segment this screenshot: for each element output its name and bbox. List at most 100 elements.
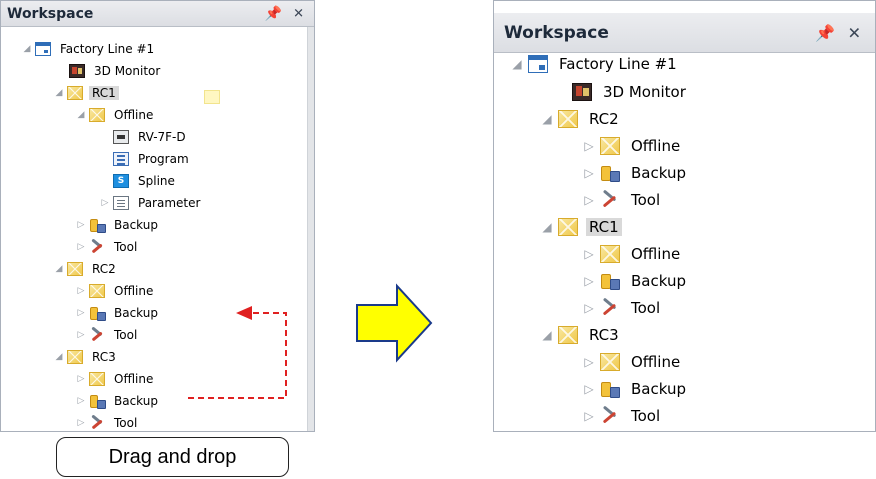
tree-item-label: Tool bbox=[114, 328, 138, 342]
expand-toggle-icon[interactable]: ▷ bbox=[578, 355, 600, 369]
tree-item-label: Backup bbox=[631, 164, 686, 182]
tree-item[interactable]: ◢ Offline bbox=[73, 105, 156, 125]
right-workspace-panel: Workspace 📌 ✕ ◢ Factory Line #1 3D Monitor… bbox=[493, 0, 876, 432]
collapse-toggle-icon[interactable]: ◢ bbox=[51, 88, 67, 98]
tree-item[interactable]: ▷ Backup bbox=[578, 268, 689, 294]
left-panel-scrollbar[interactable] bbox=[307, 27, 314, 431]
rc-folder-icon bbox=[67, 262, 83, 276]
tree-item[interactable]: ▷ Tool bbox=[578, 187, 663, 213]
tree-item[interactable]: ▷ Offline bbox=[73, 281, 156, 301]
rc-folder-icon bbox=[558, 110, 578, 128]
tree-item[interactable]: ▷ Offline bbox=[578, 241, 683, 267]
left-panel-titlebar: Workspace 📌 ✕ bbox=[1, 1, 314, 27]
tree-item-label: Backup bbox=[114, 306, 158, 320]
expand-toggle-icon[interactable]: ▷ bbox=[578, 409, 600, 423]
expand-toggle-icon[interactable]: ▷ bbox=[73, 396, 89, 406]
drag-and-drop-caption: Drag and drop bbox=[56, 437, 289, 477]
expand-toggle-icon[interactable]: ▷ bbox=[73, 374, 89, 384]
tree-item[interactable]: ◢ RC3 bbox=[51, 347, 119, 367]
tree-item[interactable]: ▷ Offline bbox=[578, 133, 683, 159]
tree-item[interactable]: ◢ RC2 bbox=[51, 259, 119, 279]
tree-item[interactable]: 3D Monitor bbox=[550, 79, 689, 105]
tree-item-label: Tool bbox=[631, 407, 661, 425]
tree-item[interactable]: RV-7F-D bbox=[97, 127, 189, 147]
collapse-toggle-icon[interactable]: ◢ bbox=[51, 352, 67, 362]
expand-toggle-icon[interactable]: ▷ bbox=[578, 382, 600, 396]
collapse-toggle-icon[interactable]: ◢ bbox=[536, 328, 558, 342]
tree-item[interactable]: ◢ Factory Line #1 bbox=[19, 39, 157, 59]
expand-toggle-icon[interactable]: ▷ bbox=[578, 166, 600, 180]
tree-item-label: Offline bbox=[114, 284, 154, 298]
expand-toggle-icon[interactable]: ▷ bbox=[73, 330, 89, 340]
tree-item[interactable]: ▷ Backup bbox=[73, 303, 161, 323]
expand-toggle-icon[interactable]: ▷ bbox=[73, 308, 89, 318]
tree-item[interactable]: ▷ Tool bbox=[578, 295, 663, 321]
backup-icon bbox=[600, 380, 621, 399]
collapse-toggle-icon[interactable]: ◢ bbox=[536, 220, 558, 234]
tree-item[interactable]: ▷ Tool bbox=[73, 237, 140, 257]
tree-item[interactable]: ▷ Backup bbox=[73, 215, 161, 235]
expand-toggle-icon[interactable]: ▷ bbox=[73, 286, 89, 296]
factory-line-icon bbox=[528, 55, 548, 73]
tree-item-label: Offline bbox=[631, 353, 681, 371]
pin-icon[interactable]: 📌 bbox=[815, 23, 835, 42]
tree-item-label: Backup bbox=[631, 272, 686, 290]
rc-folder-icon bbox=[89, 108, 105, 122]
backup-icon bbox=[89, 394, 106, 409]
tree-item[interactable]: ▷ Backup bbox=[578, 376, 689, 402]
tree-item[interactable]: ◢ RC3 bbox=[536, 322, 622, 348]
tool-icon bbox=[89, 328, 105, 342]
expand-toggle-icon[interactable]: ▷ bbox=[73, 220, 89, 230]
tree-item[interactable]: ▷ Tool bbox=[73, 413, 140, 431]
tree-item[interactable]: S Spline bbox=[97, 171, 178, 191]
expand-toggle-icon[interactable]: ▷ bbox=[578, 247, 600, 261]
spline-icon: S bbox=[113, 174, 129, 188]
tree-item[interactable]: ◢ RC1 bbox=[536, 214, 622, 240]
close-icon[interactable]: ✕ bbox=[293, 6, 304, 21]
tree-item[interactable]: ▷ Offline bbox=[73, 369, 156, 389]
expand-toggle-icon[interactable]: ▷ bbox=[578, 193, 600, 207]
tree-item-label: Tool bbox=[114, 240, 138, 254]
tree-item-label: Offline bbox=[631, 137, 681, 155]
collapse-toggle-icon[interactable]: ◢ bbox=[73, 110, 89, 120]
tree-item-label: Tool bbox=[631, 191, 661, 209]
collapse-toggle-icon[interactable]: ◢ bbox=[19, 44, 35, 54]
tree-item-label: RC2 bbox=[92, 262, 116, 276]
backup-icon bbox=[600, 164, 621, 183]
parameter-icon bbox=[113, 196, 129, 210]
expand-toggle-icon[interactable]: ▷ bbox=[73, 418, 89, 428]
tree-item-label: RV-7F-D bbox=[138, 130, 186, 144]
tree-item[interactable]: ▷ Backup bbox=[578, 160, 689, 186]
left-workspace-panel: Workspace 📌 ✕ ◢ Factory Line #1 3D Monitor… bbox=[0, 0, 315, 432]
tree-item[interactable]: Program bbox=[97, 149, 192, 169]
tree-item[interactable]: ▷ Tool bbox=[578, 403, 663, 429]
rc-folder-icon bbox=[89, 372, 105, 386]
tree-item-label: Offline bbox=[114, 108, 154, 122]
collapse-toggle-icon[interactable]: ◢ bbox=[506, 57, 528, 71]
tree-item[interactable]: ▷ Parameter bbox=[97, 193, 203, 213]
3d-monitor-icon bbox=[572, 83, 592, 101]
tree-item[interactable]: ▷ Tool bbox=[73, 325, 140, 345]
3d-monitor-icon bbox=[69, 64, 85, 78]
tree-item-label: RC2 bbox=[589, 110, 619, 128]
expand-toggle-icon[interactable]: ▷ bbox=[578, 274, 600, 288]
tree-item[interactable]: ▷ Backup bbox=[73, 391, 161, 411]
tree-item-label: Backup bbox=[631, 380, 686, 398]
tree-item[interactable]: ◢ RC1 bbox=[51, 83, 119, 103]
expand-toggle-icon[interactable]: ▷ bbox=[578, 139, 600, 153]
expand-toggle-icon[interactable]: ▷ bbox=[578, 301, 600, 315]
tool-icon bbox=[600, 191, 620, 209]
pin-icon[interactable]: 📌 bbox=[265, 6, 282, 22]
tree-item[interactable]: ◢ Factory Line #1 bbox=[506, 51, 680, 77]
expand-toggle-icon[interactable]: ▷ bbox=[73, 242, 89, 252]
tree-item[interactable]: ◢ RC2 bbox=[536, 106, 622, 132]
expand-toggle-icon[interactable]: ▷ bbox=[97, 198, 113, 208]
collapse-toggle-icon[interactable]: ◢ bbox=[51, 264, 67, 274]
close-icon[interactable]: ✕ bbox=[848, 23, 861, 42]
tree-item[interactable]: 3D Monitor bbox=[53, 61, 163, 81]
collapse-toggle-icon[interactable]: ◢ bbox=[536, 112, 558, 126]
tree-item-label: RC1 bbox=[586, 218, 622, 236]
rc-folder-icon bbox=[600, 137, 620, 155]
right-panel-title: Workspace bbox=[504, 22, 609, 43]
tree-item[interactable]: ▷ Offline bbox=[578, 349, 683, 375]
